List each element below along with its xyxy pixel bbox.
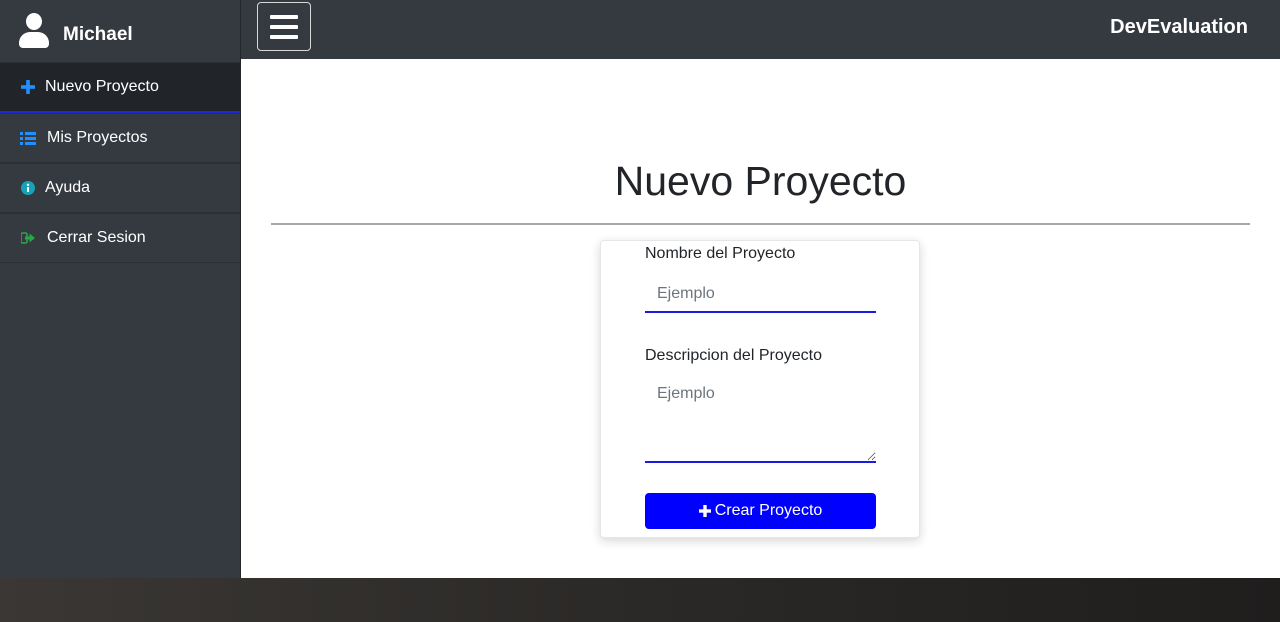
- list-icon: [20, 130, 36, 146]
- sidebar-item-label: Nuevo Proyecto: [45, 78, 159, 95]
- sidebar-item-label: Mis Proyectos: [47, 129, 148, 146]
- project-name-input[interactable]: [645, 277, 876, 313]
- project-description-textarea[interactable]: [645, 377, 876, 463]
- plus-icon: [20, 79, 36, 95]
- project-description-label: Descripcion del Proyecto: [645, 347, 822, 364]
- page-title: Nuevo Proyecto: [614, 158, 907, 204]
- desktop-background-strip: [0, 578, 1280, 622]
- title-divider: [271, 223, 1250, 225]
- create-project-button[interactable]: Crear Proyecto: [645, 493, 876, 529]
- new-project-form: Nombre del Proyecto Descripcion del Proy…: [600, 240, 920, 538]
- plus-icon: [698, 505, 711, 517]
- sidebar: Michael Nuevo Proyecto Mis Proyectos Ayu…: [0, 0, 241, 578]
- hamburger-menu-button[interactable]: [257, 2, 311, 51]
- sidebar-header: Michael: [0, 0, 240, 62]
- sign-out-icon: [20, 230, 36, 246]
- sidebar-item-ayuda[interactable]: Ayuda: [0, 163, 240, 213]
- project-name-label: Nombre del Proyecto: [645, 245, 796, 262]
- sidebar-item-label: Cerrar Sesion: [47, 229, 146, 246]
- user-icon: [18, 13, 50, 49]
- info-icon: [20, 180, 36, 196]
- hamburger-icon: [270, 14, 298, 19]
- top-navbar: DevEvaluation: [241, 0, 1280, 59]
- sidebar-item-cerrar-sesion[interactable]: Cerrar Sesion: [0, 213, 240, 263]
- brand-name[interactable]: DevEvaluation: [1110, 16, 1248, 39]
- sidebar-item-mis-proyectos[interactable]: Mis Proyectos: [0, 113, 240, 163]
- sidebar-item-nuevo-proyecto[interactable]: Nuevo Proyecto: [0, 62, 240, 113]
- create-project-label: Crear Proyecto: [714, 502, 823, 519]
- sidebar-item-label: Ayuda: [45, 179, 91, 196]
- user-name: Michael: [63, 24, 133, 45]
